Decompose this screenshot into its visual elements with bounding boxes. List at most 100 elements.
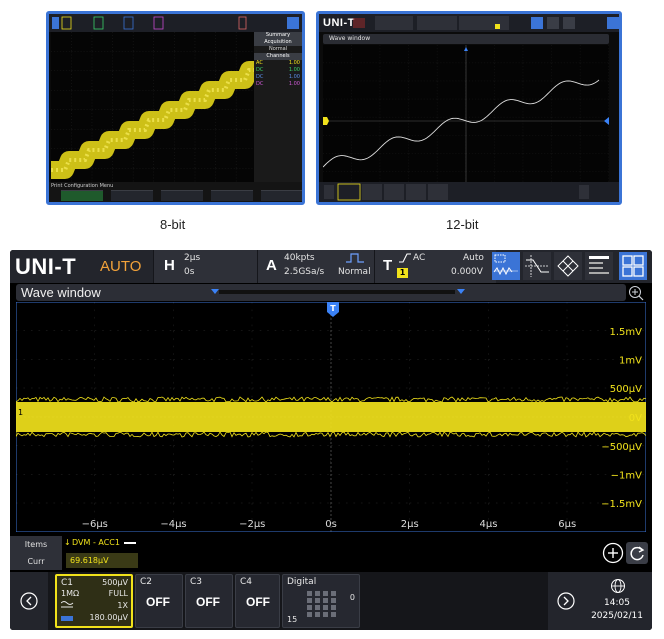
channel1-card[interactable]: C1 500μV 1MΩ FULL 1X 180.00μV [55, 574, 133, 628]
auto-measure-icon[interactable] [492, 252, 520, 280]
add-measurement-icon[interactable] [602, 542, 624, 564]
digital-count: 0 [349, 593, 355, 602]
scroll-right-button[interactable] [548, 572, 582, 630]
thumb8-channel-row: DC 1.00 [256, 74, 300, 80]
trigger-settings[interactable]: T AC Auto 0.000V [374, 250, 496, 283]
zoom-icon[interactable] [626, 284, 646, 301]
trigger-source-badge: 1 [397, 268, 408, 278]
caption-12bit: 12-bit [446, 217, 479, 232]
horizontal-scale: 2μs [184, 253, 201, 263]
thumb8-acq-mode: Normal [268, 46, 288, 52]
digital-channel-card[interactable]: Digital 0 15 [282, 574, 360, 628]
channel3-card[interactable]: C3 OFF [185, 574, 233, 628]
waveform-display[interactable]: 1.5mV 1mV 500μV 0V −500μV −1mV −1.5mV −6μs −4μs… [16, 302, 646, 532]
thumb8-menu-button[interactable] [161, 190, 203, 201]
clock-time: 14:05 [604, 598, 630, 608]
chevron-right-icon [557, 592, 575, 610]
channel4-name: C4 [240, 577, 253, 587]
channel3-state: OFF [196, 595, 220, 609]
thumb8-menu-button[interactable] [61, 190, 103, 201]
thumb12-bottom-bar [319, 182, 619, 202]
thumb8-menu-bar: Print Configuration Menu [49, 182, 302, 202]
y-axis-label: −1mV [611, 471, 642, 482]
cursor-icon[interactable] [523, 252, 551, 280]
dvm-measurement[interactable]: ↓ DVM - ACC1 69.618μV [64, 536, 178, 569]
thumb8-channels: Channels [254, 53, 302, 60]
y-axis-label: 1.5mV [610, 327, 643, 338]
items-label[interactable]: Items [10, 536, 62, 553]
channel1-bar-icon [61, 616, 73, 621]
channel3-name: C3 [190, 577, 203, 587]
channel2-name: C2 [140, 577, 153, 587]
globe-icon [611, 579, 625, 593]
math-icon[interactable] [554, 252, 582, 280]
wave-window-title-bar: Wave window [16, 284, 626, 301]
horizontal-settings[interactable]: H 2μs 0s [153, 250, 257, 283]
run-mode-button[interactable]: AUTO [100, 258, 141, 275]
thumb8-channel-row: DC 1.00 [256, 81, 300, 87]
scroll-left-button[interactable] [10, 572, 48, 630]
channel1-marker[interactable]: 1 [18, 408, 23, 417]
channel1-impedance: 1MΩ [61, 589, 80, 598]
ac-coupling-icon [61, 601, 74, 608]
acquisition-mode: Normal [338, 267, 371, 277]
thumb8-menu-button[interactable] [211, 190, 253, 201]
memory-position-bar[interactable] [211, 289, 471, 297]
trigger-sweep: Auto [463, 253, 484, 263]
dvm-value: 69.618μV [66, 553, 138, 568]
acquisition-letter: A [266, 257, 277, 274]
trigger-letter: T [383, 257, 393, 274]
y-axis-label: −500μV [601, 442, 642, 453]
channel1-name: C1 [61, 578, 74, 588]
thumbnail-12bit: UNI-T Wave window [316, 11, 622, 205]
channel-bar: C1 500μV 1MΩ FULL 1X 180.00μV C2 OFF C3 … [10, 572, 652, 630]
refresh-icon[interactable] [626, 542, 648, 564]
dvm-line-icon [124, 542, 136, 544]
system-clock[interactable]: 14:05 2025/02/11 [582, 572, 652, 630]
thumb8-acquisition: Acquisition [254, 39, 302, 46]
thumb8-summary: Summary [254, 32, 302, 39]
y-axis-label: 500μV [610, 384, 642, 395]
trigger-edge-icon [399, 253, 411, 263]
chevron-left-icon [20, 592, 38, 610]
curr-label: Curr [10, 553, 62, 570]
pulse-icon [346, 253, 364, 263]
clock-date: 2025/02/11 [591, 611, 643, 621]
thumb8-top-bar [49, 14, 302, 32]
trigger-position-marker[interactable]: T [326, 302, 340, 318]
dvm-name: DVM - ACC1 [72, 538, 120, 547]
channel2-card[interactable]: C2 OFF [135, 574, 183, 628]
trigger-marker-label: T [330, 304, 336, 313]
thumb8-menu-button[interactable] [261, 190, 302, 201]
thumb12-top-bar: UNI-T [319, 14, 619, 32]
thumb8-side-panel: Summary Acquisition Normal Channels AC 1.… [254, 32, 302, 190]
x-axis-label: 4μs [480, 519, 498, 530]
thumb8-top-bar-controls [52, 16, 299, 30]
sample-rate: 2.5GSa/s [284, 267, 325, 277]
menu-list-icon[interactable] [585, 252, 613, 280]
x-axis-label: 2μs [401, 519, 419, 530]
x-axis-label: 6μs [558, 519, 576, 530]
thumb8-waveform [51, 32, 257, 188]
channel4-state: OFF [246, 595, 270, 609]
horizontal-offset: 0s [184, 267, 195, 277]
trigger-level: 0.000V [451, 267, 483, 277]
channel1-bandwidth: FULL [108, 589, 128, 598]
thumb12-bottom-bar-controls [324, 183, 589, 201]
horizontal-letter: H [164, 257, 175, 274]
caption-8bit: 8-bit [160, 217, 186, 232]
thumb8-menu-title: Print Configuration Menu [51, 183, 114, 189]
wave-window-title: Wave window [21, 285, 101, 300]
digital-grid-icon [307, 591, 336, 617]
memory-depth: 40kpts [284, 253, 315, 263]
thumb8-menu-button[interactable] [111, 190, 153, 201]
measurement-row: Items Curr ↓ DVM - ACC1 69.618μV [10, 534, 652, 571]
layout-grid-icon[interactable] [619, 252, 647, 280]
thumb12-top-bar-controls [353, 16, 619, 30]
x-axis-label: −2μs [239, 519, 265, 530]
oscilloscope-screen: UNI-T AUTO H 2μs 0s A 40kpts 2.5GSa/s No… [10, 250, 652, 630]
channel4-card[interactable]: C4 OFF [235, 574, 280, 628]
acquisition-settings[interactable]: A 40kpts 2.5GSa/s Normal [257, 250, 374, 283]
channel1-offset: 180.00μV [89, 613, 128, 622]
thumb12-wave-title: Wave window [323, 34, 609, 44]
